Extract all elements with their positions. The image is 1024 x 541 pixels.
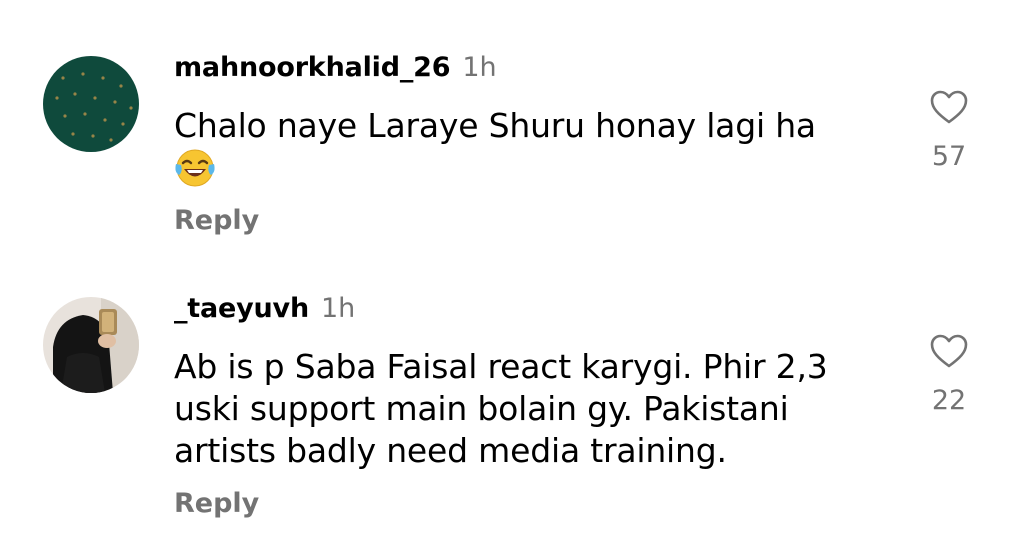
- comments-list: mahnoorkhalid_26 1h Chalo naye Laraye Sh…: [0, 0, 1024, 541]
- username[interactable]: mahnoorkhalid_26: [174, 52, 451, 83]
- comment-text-line: Ab is p Saba Faisal react karygi. Phir 2…: [174, 347, 828, 386]
- timestamp: 1h: [320, 293, 356, 324]
- comment-text-line: uski support main bolain gy. Pakistani: [174, 389, 789, 428]
- comment-item: mahnoorkhalid_26 1h Chalo naye Laraye Sh…: [0, 0, 1024, 260]
- emoji-line: [174, 147, 894, 189]
- reply-button[interactable]: Reply: [174, 205, 259, 236]
- like-section: 22: [920, 333, 978, 416]
- heart-outline-icon[interactable]: [929, 89, 969, 125]
- heart-outline-icon[interactable]: [929, 333, 969, 369]
- comment-body: _taeyuvh 1h Ab is p Saba Faisal react ka…: [174, 293, 894, 519]
- comment-body: mahnoorkhalid_26 1h Chalo naye Laraye Sh…: [174, 52, 894, 236]
- like-section: 57: [920, 89, 978, 172]
- comment-text: Chalo naye Laraye Shuru honay lagi ha: [174, 105, 894, 189]
- comment-item: _taeyuvh 1h Ab is p Saba Faisal react ka…: [0, 260, 1024, 541]
- comment-header: mahnoorkhalid_26 1h: [174, 52, 894, 83]
- avatar[interactable]: [43, 56, 139, 152]
- username[interactable]: _taeyuvh: [174, 293, 309, 324]
- avatar-image: [43, 56, 139, 152]
- like-count: 22: [931, 385, 967, 416]
- reply-button[interactable]: Reply: [174, 488, 259, 519]
- comment-text-line: Chalo naye Laraye Shuru honay lagi ha: [174, 106, 816, 145]
- avatar-image: [43, 297, 139, 393]
- laughing-emoji-icon: [175, 149, 215, 187]
- timestamp: 1h: [462, 52, 497, 83]
- comment-text-line: artists badly need media training.: [174, 431, 727, 470]
- comment-header: _taeyuvh 1h: [174, 293, 894, 324]
- comment-text: Ab is p Saba Faisal react karygi. Phir 2…: [174, 346, 894, 472]
- avatar[interactable]: [43, 297, 139, 393]
- like-count: 57: [931, 141, 967, 172]
